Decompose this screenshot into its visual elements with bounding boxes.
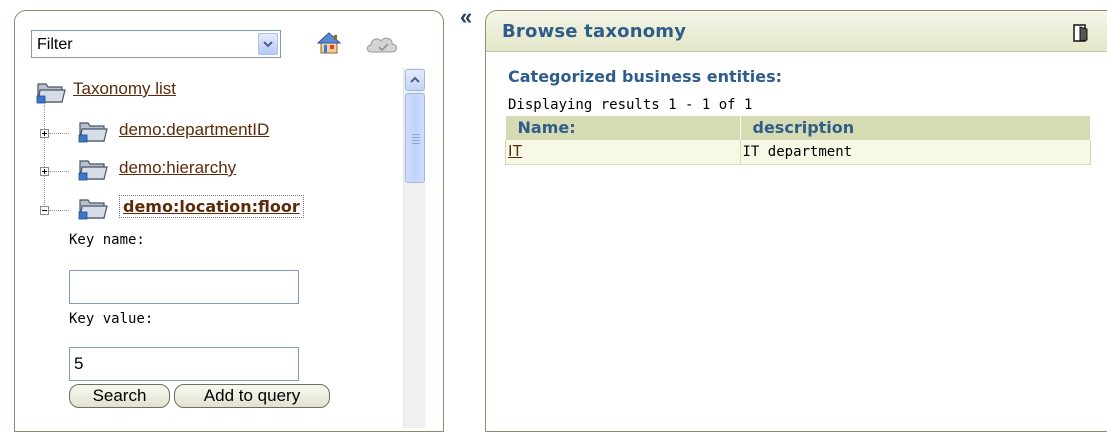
- taxonomy-list-link[interactable]: Taxonomy list: [73, 79, 176, 99]
- key-value-input[interactable]: [69, 347, 299, 381]
- column-header-name[interactable]: Name:: [505, 116, 741, 140]
- results-table: Name: description IT IT department: [505, 116, 1091, 165]
- tree-node-location-floor[interactable]: demo:location:floor: [119, 195, 304, 218]
- table-cell-description: IT department: [739, 139, 1091, 165]
- expand-departmentID-button[interactable]: [40, 129, 49, 138]
- taxonomy-folder-icon: [78, 199, 108, 220]
- taxonomy-tree-panel: Filter Taxonomy list demo:departmentID d…: [14, 10, 444, 432]
- home-icon[interactable]: [317, 31, 341, 55]
- table-row: IT IT department: [505, 139, 1091, 165]
- taxonomy-folder-icon: [78, 122, 108, 143]
- column-header-description[interactable]: description: [740, 116, 1091, 140]
- chevron-down-icon: [263, 41, 273, 48]
- tree-node-departmentID[interactable]: demo:departmentID: [119, 120, 269, 140]
- key-name-label: Key name:: [69, 232, 145, 248]
- page-title: Browse taxonomy: [502, 21, 687, 42]
- key-value-label: Key value:: [69, 311, 154, 327]
- tree-connector: [44, 105, 45, 215]
- filter-select[interactable]: Filter: [31, 30, 281, 58]
- key-name-input[interactable]: [69, 270, 299, 304]
- panel-header: Browse taxonomy: [486, 11, 1107, 52]
- tree-node-hierarchy[interactable]: demo:hierarchy: [119, 158, 236, 178]
- section-subtitle: Categorized business entities:: [508, 67, 783, 86]
- taxonomy-folder-icon: [36, 83, 66, 104]
- results-count: Displaying results 1 - 1 of 1: [508, 97, 753, 113]
- cloud-icon[interactable]: [365, 33, 399, 55]
- filter-dropdown-button[interactable]: [258, 33, 278, 55]
- expand-hierarchy-button[interactable]: [40, 167, 49, 176]
- collapse-location-floor-button[interactable]: [40, 206, 49, 215]
- collapse-panel-icon[interactable]: «: [460, 4, 472, 30]
- exit-icon[interactable]: [1072, 24, 1090, 42]
- browse-taxonomy-panel: Browse taxonomy Categorized business ent…: [485, 10, 1107, 432]
- search-button[interactable]: Search: [69, 384, 170, 408]
- table-cell-name: IT: [505, 139, 741, 165]
- add-to-query-button[interactable]: Add to query: [174, 384, 330, 408]
- business-entity-link[interactable]: IT: [508, 143, 522, 160]
- chevron-up-icon: [410, 76, 420, 83]
- filter-select-value: Filter: [37, 36, 73, 53]
- scroll-up-button[interactable]: [405, 69, 425, 91]
- table-header-row: Name: description: [505, 116, 1091, 140]
- taxonomy-folder-icon: [78, 160, 108, 181]
- tree-scrollbar[interactable]: [403, 68, 425, 428]
- scroll-thumb[interactable]: [405, 93, 425, 183]
